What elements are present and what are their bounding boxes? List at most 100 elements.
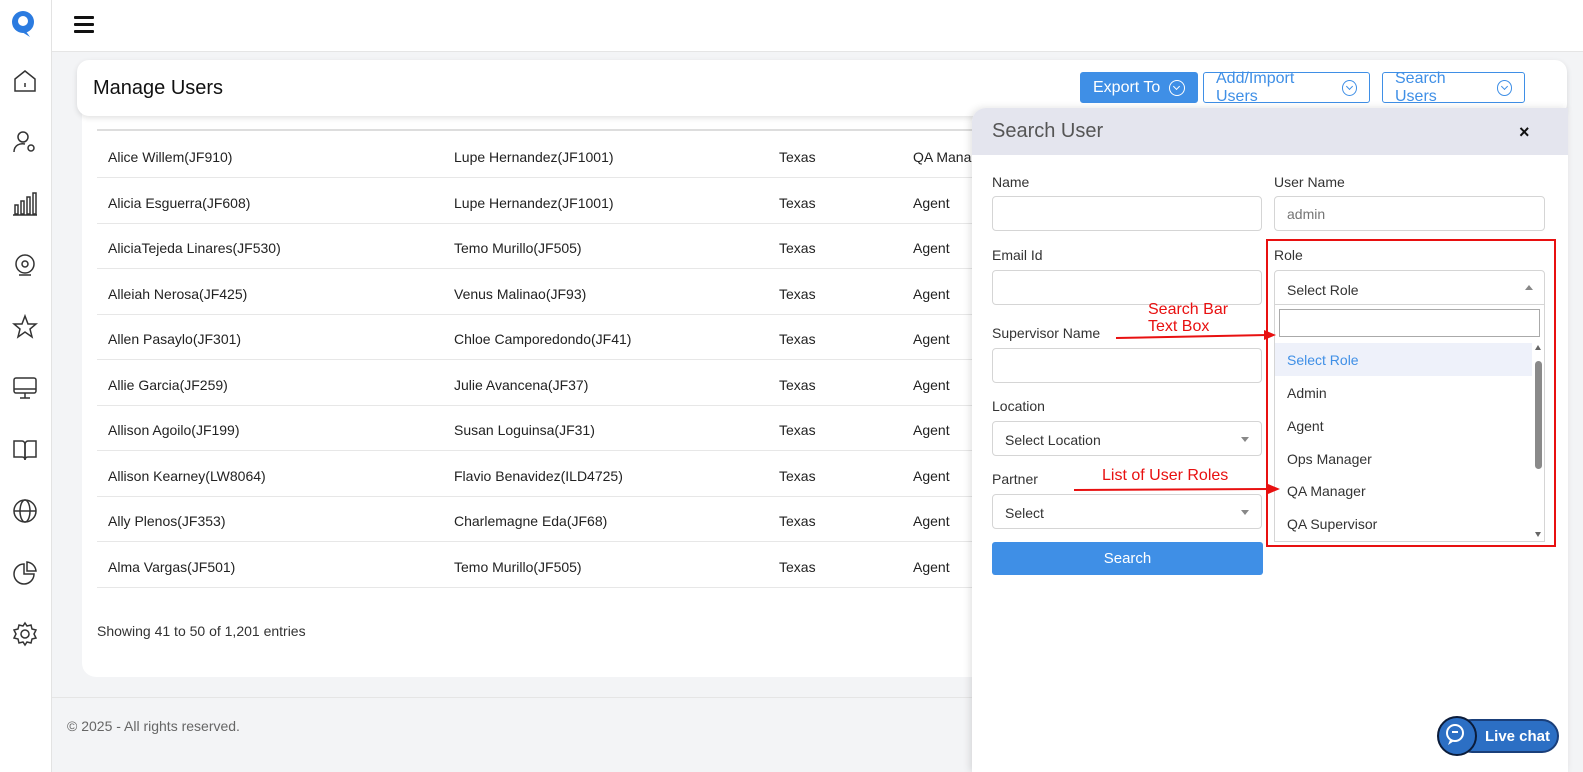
table-header-divider	[97, 129, 997, 131]
email-label: Email Id	[992, 247, 1043, 263]
cell-role: Agent	[913, 422, 950, 438]
cell-name: Ally Plenos(JF353)	[108, 513, 226, 529]
cell-location: Texas	[779, 559, 816, 575]
copyright-text: © 2025 - All rights reserved.	[67, 718, 240, 734]
name-input[interactable]	[992, 196, 1262, 231]
search-label: Search Users	[1395, 69, 1446, 105]
table-row[interactable]: Allen Pasaylo(JF301) Chloe Camporedondo(J…	[97, 314, 997, 360]
star-icon[interactable]	[11, 313, 39, 340]
table-row[interactable]: Alicia Esguerra(JF608) Lupe Hernandez(JF1…	[97, 178, 997, 224]
bar-chart-icon[interactable]	[12, 191, 38, 217]
annotation-highlight-box	[1266, 239, 1556, 547]
annotation-arrow-icon	[1115, 330, 1276, 340]
cell-name: AliciaTejeda Linares(JF530)	[108, 240, 281, 256]
username-label: User Name	[1274, 174, 1345, 190]
location-selected: Select Location	[1005, 432, 1101, 448]
table-row[interactable]: Allison Kearney(LW8064) Flavio Benavidez(…	[97, 451, 997, 497]
caret-down-icon	[1241, 510, 1249, 515]
cell-supervisor: Temo Murillo(JF505)	[454, 240, 582, 256]
cell-supervisor: Flavio Benavidez(ILD4725)	[454, 468, 623, 484]
globe-icon[interactable]	[12, 498, 38, 524]
cell-name: Alicia Esguerra(JF608)	[108, 195, 251, 211]
cell-supervisor: Julie Avancena(JF37)	[454, 377, 589, 393]
cell-role: Agent	[913, 377, 950, 393]
cell-role: Agent	[913, 240, 950, 256]
table-row[interactable]: Allison Agoilo(JF199) Susan Loguinsa(JF31…	[97, 405, 997, 451]
table-row[interactable]: Alma Vargas(JF501) Temo Murillo(JF505) Tex…	[97, 542, 997, 588]
export-label: Export To	[1093, 78, 1161, 96]
annotation-line: Search Bar	[1148, 301, 1229, 318]
partner-label: Partner	[992, 471, 1038, 487]
cell-location: Texas	[779, 149, 816, 165]
table-row[interactable]: Alice Willem(JF910) Lupe Hernandez(JF1001…	[97, 132, 997, 178]
cell-supervisor: Charlemagne Eda(JF68)	[454, 513, 608, 529]
chevron-down-icon	[1341, 79, 1357, 96]
monitor-icon[interactable]	[12, 375, 38, 401]
cell-supervisor: Chloe Camporedondo(JF41)	[454, 331, 632, 347]
cell-name: Alice Willem(JF910)	[108, 149, 233, 165]
cell-location: Texas	[779, 468, 816, 484]
search-button[interactable]: Search	[992, 542, 1263, 575]
cell-location: Texas	[779, 513, 816, 529]
footer: © 2025 - All rights reserved.	[52, 697, 982, 753]
supervisor-label: Supervisor Name	[992, 325, 1101, 341]
cell-supervisor: Lupe Hernandez(JF1001)	[454, 195, 614, 211]
annotation-list-roles: List of User Roles	[1102, 467, 1229, 484]
cell-location: Texas	[779, 240, 816, 256]
sidebar	[0, 0, 52, 772]
cell-location: Texas	[779, 422, 816, 438]
username-input[interactable]	[1274, 196, 1545, 231]
add-label: Add/Import Users	[1216, 69, 1295, 105]
location-select[interactable]: Select Location	[992, 421, 1262, 456]
cell-name: Allie Garcia(JF259)	[108, 377, 228, 393]
app-logo-icon[interactable]	[10, 10, 36, 38]
chevron-down-icon	[1496, 79, 1512, 96]
cell-name: Alma Vargas(JF501)	[108, 559, 236, 575]
add-import-users-button[interactable]: Add/Import Users	[1203, 69, 1370, 105]
gear-icon[interactable]	[12, 621, 38, 647]
search-user-panel: Search User × Name User Name Email Id Ro…	[972, 108, 1568, 772]
email-input[interactable]	[992, 270, 1262, 305]
chevron-down-icon	[1169, 79, 1186, 96]
location-label: Location	[992, 398, 1045, 414]
cell-role: Agent	[913, 286, 950, 302]
pie-chart-icon[interactable]	[12, 560, 38, 586]
top-bar	[52, 0, 1583, 52]
cell-name: Alleiah Nerosa(JF425)	[108, 286, 248, 302]
annotation-arrow-icon	[1073, 484, 1280, 494]
cell-role: QA Mana	[913, 149, 972, 165]
table-row[interactable]: Allie Garcia(JF259) Julie Avancena(JF37) T…	[97, 360, 997, 406]
cell-role: Agent	[913, 195, 950, 211]
cell-location: Texas	[779, 377, 816, 393]
user-settings-icon[interactable]	[12, 129, 38, 155]
partner-selected: Select	[1005, 505, 1044, 521]
table-row[interactable]: AliciaTejeda Linares(JF530) Temo Murillo(…	[97, 223, 997, 269]
support-icon[interactable]	[12, 252, 38, 278]
cell-name: Allison Agoilo(JF199)	[108, 422, 240, 438]
table-row[interactable]: Ally Plenos(JF353) Charlemagne Eda(JF68) T…	[97, 496, 997, 542]
export-to-button[interactable]: Export To	[1080, 72, 1199, 103]
search-users-button[interactable]: Search Users	[1382, 69, 1525, 105]
entries-info: Showing 41 to 50 of 1,201 entries	[97, 623, 306, 639]
panel-header: Search User ×	[972, 108, 1568, 155]
cell-name: Allen Pasaylo(JF301)	[108, 331, 242, 347]
cell-location: Texas	[779, 195, 816, 211]
cell-role: Agent	[913, 559, 950, 575]
home-icon[interactable]	[12, 68, 38, 94]
chat-bubble-icon[interactable]	[1437, 716, 1477, 756]
supervisor-input[interactable]	[992, 348, 1262, 383]
cell-location: Texas	[779, 331, 816, 347]
partner-select[interactable]: Select	[992, 494, 1262, 529]
cell-supervisor: Susan Loguinsa(JF31)	[454, 422, 595, 438]
hamburger-menu-icon[interactable]	[74, 16, 94, 34]
live-chat-widget[interactable]: Live chat	[1437, 716, 1559, 756]
cell-role: Agent	[913, 331, 950, 347]
table-row[interactable]: Alleiah Nerosa(JF425) Venus Malinao(JF93)…	[97, 269, 997, 315]
cell-supervisor: Venus Malinao(JF93)	[454, 286, 587, 302]
cell-supervisor: Temo Murillo(JF505)	[454, 559, 582, 575]
close-icon[interactable]: ×	[1519, 122, 1530, 143]
cell-name: Allison Kearney(LW8064)	[108, 468, 266, 484]
name-label: Name	[992, 174, 1030, 190]
book-icon[interactable]	[12, 437, 38, 463]
page-title: Manage Users	[93, 77, 224, 99]
